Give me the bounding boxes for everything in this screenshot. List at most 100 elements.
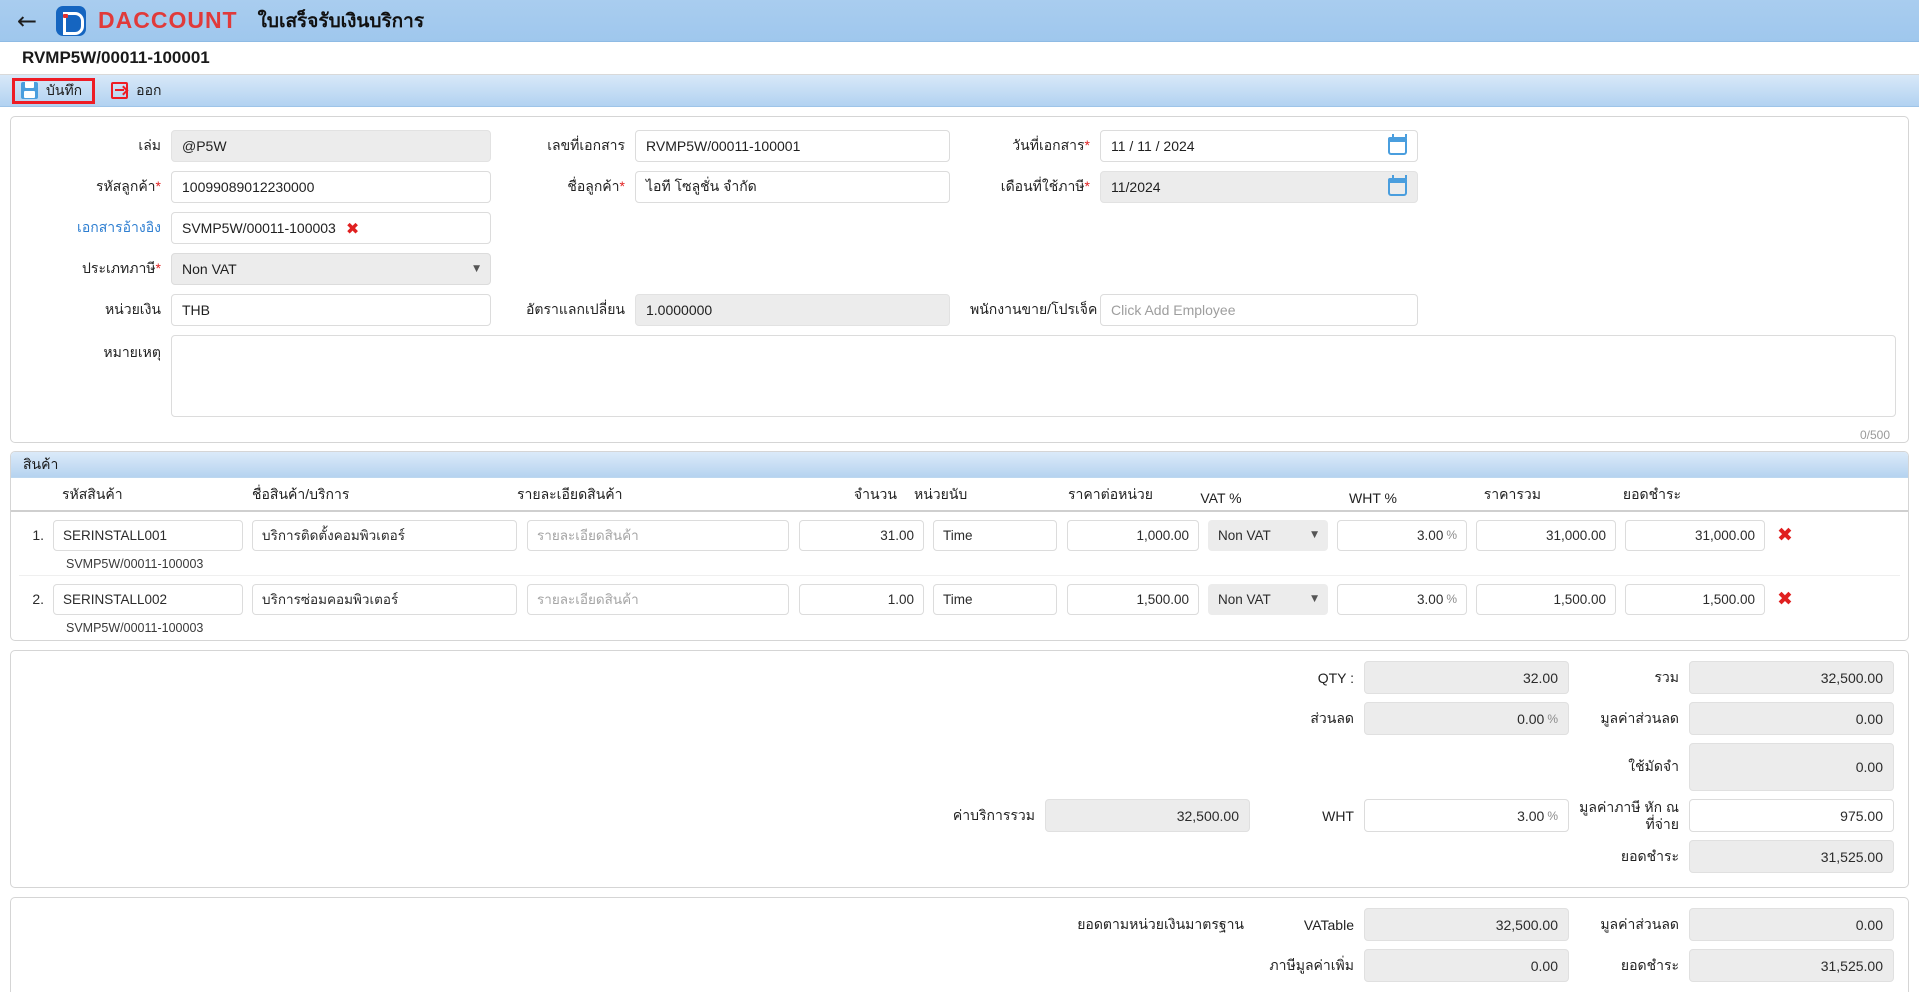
col-unit-price: ราคาต่อหน่วย: [1068, 486, 1153, 502]
customer-code-field[interactable]: รหัสลูกค้า* 10099089012230000: [21, 171, 491, 203]
col-payable: ยอดชำระ: [1622, 486, 1681, 502]
reference-doc-value: SVMP5W/00011-100003: [182, 220, 336, 236]
totals-grid: QTY : 32.00 รวม 32,500.00 ส่วนลด 0.00 % …: [11, 651, 1908, 887]
clear-x-icon[interactable]: ✖: [346, 219, 359, 238]
table-row: 2. SERINSTALL002 บริการซ่อมคอมพิวเตอร์ ร…: [11, 576, 1908, 616]
base-section-label: ยอดตามหน่วยเงินมาตรฐาน: [1077, 915, 1244, 932]
row-unit-price-input[interactable]: 1,000.00: [1067, 519, 1199, 551]
row-payable-input[interactable]: 1,500.00: [1625, 583, 1765, 615]
items-table-header: รหัสสินค้า ชื่อสินค้า/บริการ รายละเอียดส…: [11, 478, 1908, 512]
calendar-icon[interactable]: [1388, 175, 1407, 196]
exchange-rate-label: อัตราแลกเปลี่ยน: [526, 301, 625, 317]
save-button[interactable]: บันทึก: [12, 77, 96, 104]
row-code-input[interactable]: SERINSTALL001: [53, 519, 243, 551]
row-payable-input[interactable]: 31,000.00: [1625, 519, 1765, 551]
row-wht-value: 3.00: [1417, 591, 1444, 607]
row-name-input[interactable]: บริการซ่อมคอมพิวเตอร์: [252, 583, 517, 615]
row-qty-input[interactable]: 1.00: [799, 583, 924, 615]
wht-pct-input[interactable]: 3.00 %: [1364, 799, 1569, 832]
row-wht-value: 3.00: [1417, 527, 1444, 543]
calendar-icon[interactable]: [1388, 134, 1407, 155]
net-payable-value: 31,525.00: [1689, 840, 1894, 873]
discount-pct-unit: %: [1547, 711, 1558, 726]
doc-date-input[interactable]: 11 / 11 / 2024: [1100, 130, 1418, 162]
base-discount-amt-label: มูลค่าส่วนลด: [1600, 915, 1679, 932]
col-detail: รายละเอียดสินค้า: [517, 486, 623, 502]
net-payable-label: ยอดชำระ: [1620, 847, 1679, 864]
chevron-down-icon: ▼: [473, 264, 480, 274]
delete-row-icon[interactable]: ✖: [1765, 524, 1805, 546]
currency-input[interactable]: THB: [171, 294, 491, 326]
reference-doc-input[interactable]: SVMP5W/00011-100003 ✖: [171, 212, 491, 244]
vat-value: 0.00: [1364, 949, 1569, 982]
header-row-5: หน่วยเงิน THB อัตราแลกเปลี่ยน 1.0000000 …: [21, 294, 1898, 326]
document-number: RVMP5W/00011-100001: [22, 48, 210, 67]
wht-pct-number: 3.00: [1517, 807, 1545, 824]
discount-pct-value[interactable]: 0.00 %: [1364, 702, 1569, 735]
exchange-rate-field[interactable]: อัตราแลกเปลี่ยน 1.0000000: [515, 294, 950, 326]
tax-type-field[interactable]: ประเภทภาษี* Non VAT ▼: [21, 253, 491, 285]
row-vat-select[interactable]: Non VAT ▼: [1208, 583, 1328, 615]
doc-number-field[interactable]: เลขที่เอกสาร RVMP5W/00011-100001: [515, 130, 950, 162]
tax-month-input[interactable]: 11/2024: [1100, 171, 1418, 203]
delete-row-icon[interactable]: ✖: [1765, 588, 1805, 610]
doc-date-field[interactable]: วันที่เอกสาร* 11 / 11 / 2024: [970, 130, 1418, 162]
header-form-panel: เล่ม @P5W เลขที่เอกสาร RVMP5W/00011-1000…: [10, 116, 1909, 443]
row-detail-input[interactable]: รายละเอียดสินค้า: [527, 519, 789, 551]
exchange-rate-input[interactable]: 1.0000000: [635, 294, 950, 326]
row-amount-input[interactable]: 31,000.00: [1476, 519, 1616, 551]
remark-textarea[interactable]: [171, 335, 1896, 417]
salesperson-field[interactable]: พนักงานขาย/โปรเจ็ค Click Add Employee: [970, 294, 1418, 326]
row-name-input[interactable]: บริการติดตั้งคอมพิวเตอร์: [252, 519, 517, 551]
salesperson-input[interactable]: Click Add Employee: [1100, 294, 1418, 326]
brand-name: DACCOUNT: [98, 7, 238, 33]
tax-month-field[interactable]: เดือนที่ใช้ภาษี* 11/2024: [970, 171, 1418, 203]
currency-field[interactable]: หน่วยเงิน THB: [21, 294, 491, 326]
customer-code-input[interactable]: 10099089012230000: [171, 171, 491, 203]
deposit-used-value: 0.00: [1689, 743, 1894, 791]
row-reference-doc: SVMP5W/00011-100003: [19, 552, 1900, 576]
row-code-input[interactable]: SERINSTALL002: [53, 583, 243, 615]
row-unit-input[interactable]: Time: [933, 519, 1057, 551]
book-field[interactable]: เล่ม @P5W: [21, 130, 491, 162]
row-vat-select[interactable]: Non VAT ▼: [1208, 519, 1328, 551]
col-code: รหัสสินค้า: [62, 486, 123, 502]
vatable-value: 32,500.00: [1364, 908, 1569, 941]
row-wht-input[interactable]: 3.00 %: [1337, 583, 1467, 615]
chevron-down-icon: ▼: [1311, 530, 1318, 540]
page-title: ใบเสร็จรับเงินบริการ: [257, 10, 425, 32]
row-wht-unit: %: [1446, 528, 1457, 542]
row-vat-value: Non VAT: [1218, 527, 1271, 543]
app-bar: ← DACCOUNT ใบเสร็จรับเงินบริการ: [0, 0, 1919, 42]
customer-name-input[interactable]: ไอที โซลูชั่น จำกัด: [635, 171, 950, 203]
row-amount-input[interactable]: 1,500.00: [1476, 583, 1616, 615]
row-unit-input[interactable]: Time: [933, 583, 1057, 615]
row-vat-value: Non VAT: [1218, 591, 1271, 607]
tax-type-select[interactable]: Non VAT ▼: [171, 253, 491, 285]
reference-doc-label[interactable]: เอกสารอ้างอิง: [21, 217, 171, 239]
customer-code-label: รหัสลูกค้า*: [95, 178, 161, 194]
base-net-payable-value: 31,525.00: [1689, 949, 1894, 982]
row-reference-doc: SVMP5W/00011-100003: [66, 621, 204, 635]
base-currency-totals-panel: ยอดตามหน่วยเงินมาตรฐาน VATable 32,500.00…: [10, 897, 1909, 992]
back-arrow-icon[interactable]: ←: [14, 9, 40, 33]
row-number: 1.: [32, 527, 44, 543]
action-toolbar: บันทึก ออก: [0, 75, 1919, 107]
items-section-title: สินค้า: [11, 452, 1908, 478]
row-unit-price-input[interactable]: 1,500.00: [1067, 583, 1199, 615]
exit-button[interactable]: ออก: [103, 78, 173, 104]
col-wht: WHT %: [1349, 490, 1397, 506]
row-qty-input[interactable]: 31.00: [799, 519, 924, 551]
wht-amt-input[interactable]: 975.00: [1689, 799, 1894, 832]
vat-label: ภาษีมูลค่าเพิ่ม: [1269, 956, 1354, 973]
floppy-disk-icon: [21, 82, 38, 99]
row-detail-input[interactable]: รายละเอียดสินค้า: [527, 583, 789, 615]
row-number: 2.: [32, 591, 44, 607]
sum-label: รวม: [1654, 668, 1679, 685]
book-input[interactable]: @P5W: [171, 130, 491, 162]
reference-doc-field[interactable]: เอกสารอ้างอิง SVMP5W/00011-100003 ✖: [21, 212, 491, 244]
customer-name-field[interactable]: ชื่อลูกค้า* ไอที โซลูชั่น จำกัด: [515, 171, 950, 203]
doc-number-input[interactable]: RVMP5W/00011-100001: [635, 130, 950, 162]
tax-month-label: เดือนที่ใช้ภาษี*: [1000, 178, 1090, 194]
row-wht-input[interactable]: 3.00 %: [1337, 519, 1467, 551]
